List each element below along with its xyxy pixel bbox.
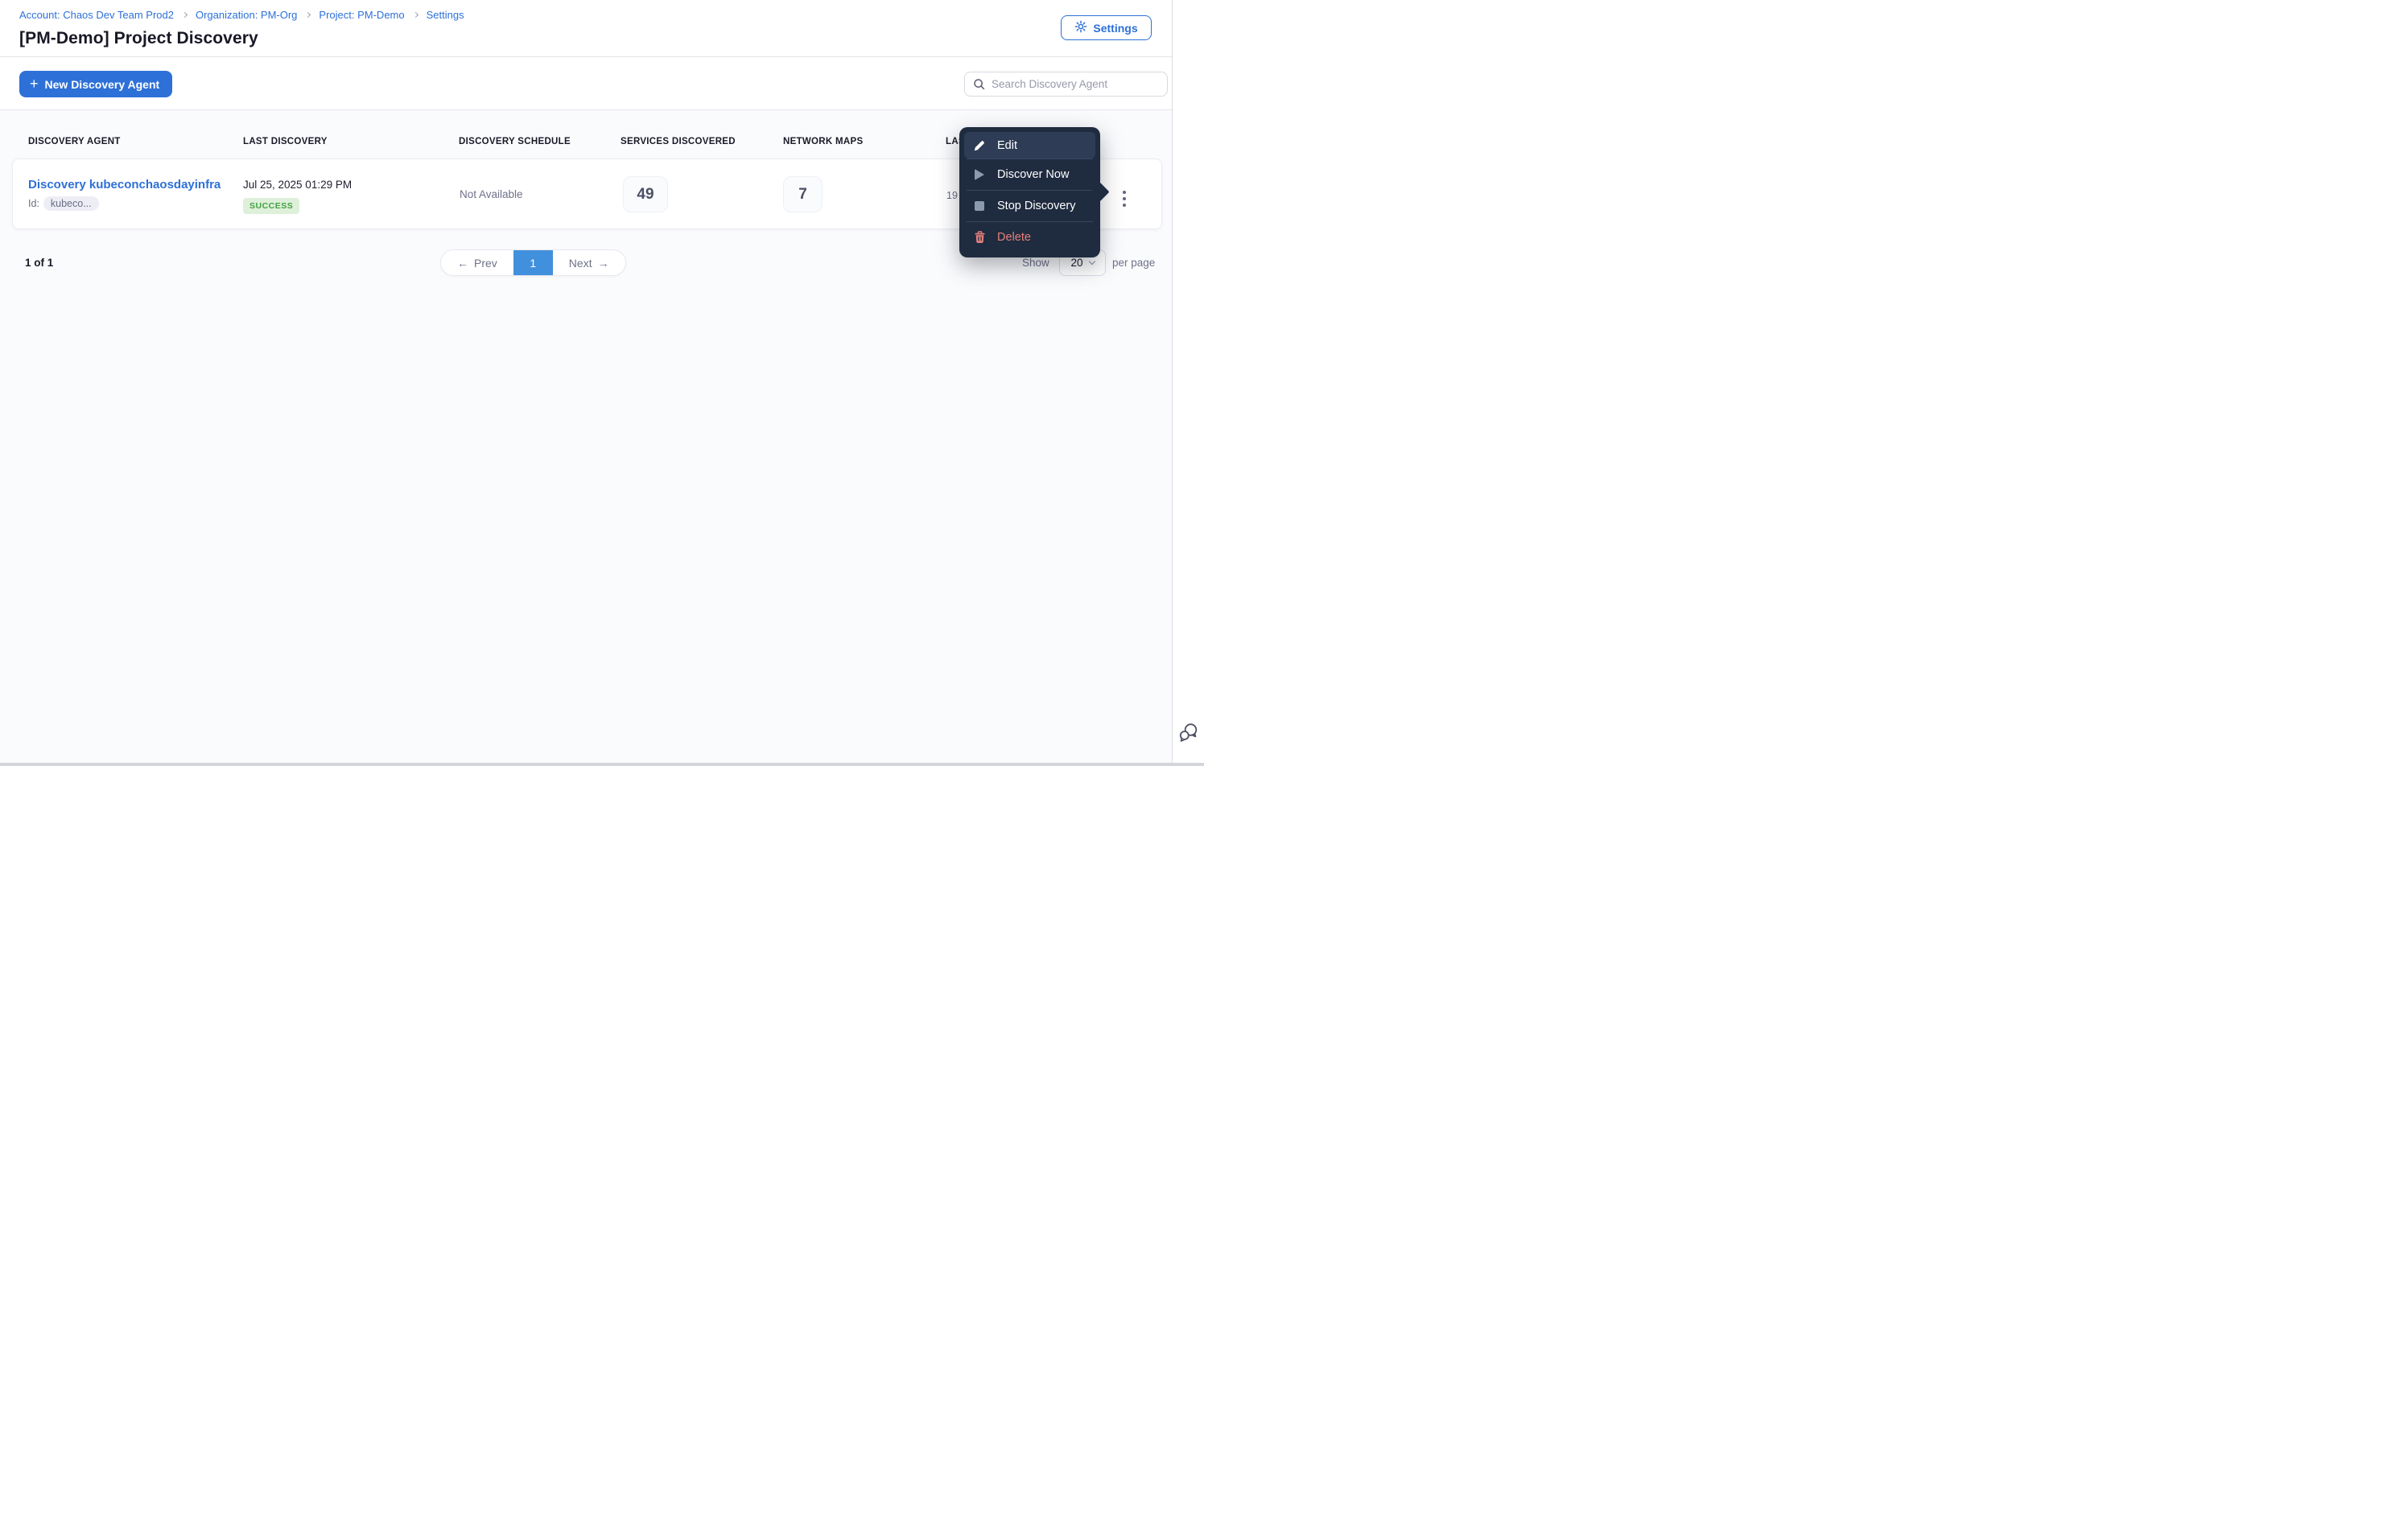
settings-button-label: Settings — [1093, 21, 1138, 35]
search-icon — [973, 78, 985, 90]
agent-name-link[interactable]: Discovery kubeconchaosdayinfra — [28, 178, 221, 192]
column-header-discovery-schedule: DISCOVERY SCHEDULE — [459, 137, 571, 146]
arrow-right-icon: → — [597, 256, 609, 270]
page-size-value: 20 — [1070, 257, 1083, 269]
menu-item-delete[interactable]: Delete — [964, 222, 1095, 253]
agent-id: Id: kubeco... — [28, 196, 99, 211]
column-header-last-discovery: LAST DISCOVERY — [243, 137, 328, 146]
last-discovery-date: Jul 25, 2025 01:29 PM — [243, 179, 353, 191]
services-discovered-count: 49 — [623, 176, 668, 212]
breadcrumb-project-link[interactable]: Project: PM-Demo — [319, 9, 404, 21]
arrow-left-icon: ← — [457, 256, 468, 270]
agent-id-label: Id: — [28, 198, 39, 209]
row-context-menu: Edit Discover Now Stop Discovery Delete — [959, 127, 1110, 257]
chevron-down-icon — [1088, 257, 1095, 266]
menu-item-stop-discovery-label: Stop Discovery — [997, 200, 1076, 212]
status-badge: SUCCESS — [243, 198, 300, 214]
breadcrumb: Account: Chaos Dev Team Prod2 Organizati… — [19, 9, 464, 21]
menu-item-edit-label: Edit — [997, 138, 1017, 152]
gear-icon — [1074, 20, 1087, 35]
menu-item-discover-now-label: Discover Now — [997, 168, 1070, 181]
menu-item-discover-now[interactable]: Discover Now — [964, 159, 1095, 190]
chevron-right-icon — [181, 11, 188, 19]
play-icon — [972, 169, 987, 180]
current-page-button[interactable]: 1 — [513, 250, 553, 275]
pencil-icon — [972, 139, 987, 152]
prev-label: Prev — [474, 256, 497, 270]
menu-item-stop-discovery[interactable]: Stop Discovery — [964, 191, 1095, 221]
page-title: [PM-Demo] Project Discovery — [19, 29, 258, 47]
next-label: Next — [568, 256, 592, 270]
prev-page-button[interactable]: ← Prev — [441, 250, 513, 275]
next-page-button[interactable]: Next → — [552, 250, 625, 275]
menu-item-edit[interactable]: Edit — [964, 132, 1095, 159]
pagination-summary: 1 of 1 — [25, 257, 54, 269]
breadcrumb-account-link[interactable]: Account: Chaos Dev Team Prod2 — [19, 9, 174, 21]
new-discovery-agent-label: New Discovery Agent — [44, 77, 160, 91]
stop-icon — [972, 201, 987, 211]
per-page-label: per page — [1112, 257, 1156, 269]
pager: ← Prev 1 Next → — [440, 249, 626, 276]
new-discovery-agent-button[interactable]: + New Discovery Agent — [19, 71, 173, 97]
network-maps-count: 7 — [783, 176, 823, 212]
column-header-network-maps: NETWORK MAPS — [783, 137, 864, 146]
trash-icon — [972, 231, 987, 244]
search-box — [964, 72, 1168, 97]
chevron-right-icon — [305, 11, 311, 19]
right-rail — [1172, 0, 1204, 766]
menu-item-delete-label: Delete — [997, 231, 1031, 244]
breadcrumb-organization-link[interactable]: Organization: PM-Org — [196, 9, 297, 21]
project-discovery-page: Account: Chaos Dev Team Prod2 Organizati… — [0, 0, 1204, 766]
header-divider — [0, 56, 1172, 57]
column-header-discovery-agent: DISCOVERY AGENT — [28, 137, 121, 146]
chevron-right-icon — [412, 11, 419, 19]
row-kebab-menu-icon[interactable] — [1114, 185, 1135, 212]
plus-icon: + — [30, 75, 39, 92]
chat-bubbles-icon[interactable] — [1177, 721, 1200, 743]
window-bottom-edge — [0, 763, 1204, 766]
show-label: Show — [1022, 257, 1049, 269]
settings-button[interactable]: Settings — [1061, 15, 1152, 40]
breadcrumb-settings-link[interactable]: Settings — [427, 9, 464, 21]
discovery-schedule-cell: Not Available — [460, 188, 523, 200]
column-header-services-discovered: SERVICES DISCOVERED — [621, 137, 736, 146]
agent-id-value-pill: kubeco... — [43, 196, 99, 211]
search-input[interactable] — [992, 78, 1159, 90]
